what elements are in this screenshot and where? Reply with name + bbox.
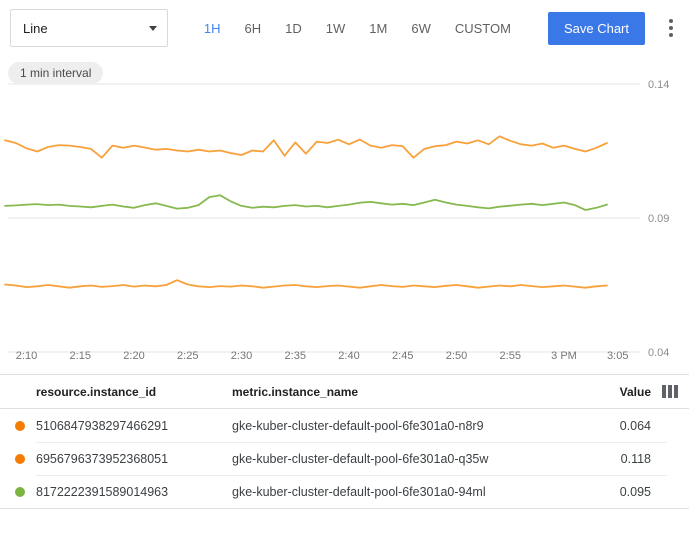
x-axis-tick-label: 2:40 [338,350,359,362]
x-axis-tick-label: 2:15 [70,350,91,362]
more-options-icon[interactable] [661,13,681,43]
time-range-group: 1H6H1D1W1M6WCUSTOM [193,13,522,44]
toolbar: Line 1H6H1D1W1M6WCUSTOM Save Chart [0,0,689,56]
cell-value: 0.118 [587,452,651,466]
view-column-icon[interactable] [651,385,689,398]
time-range-button-1w[interactable]: 1W [315,13,357,44]
cell-instance-id: 5106847938297466291 [36,419,232,433]
series-line [5,195,607,210]
time-range-button-6h[interactable]: 6H [234,13,273,44]
time-range-button-1d[interactable]: 1D [274,13,313,44]
series-color-dot [15,454,25,464]
x-axis-tick-label: 2:55 [500,350,521,362]
column-header-value[interactable]: Value [587,385,651,399]
time-range-button-6w[interactable]: 6W [400,13,442,44]
x-axis-tick-label: 2:45 [392,350,413,362]
series-color-dot [15,487,25,497]
cell-value: 0.064 [587,419,651,433]
time-range-button-1m[interactable]: 1M [358,13,398,44]
x-axis-tick-label: 2:50 [446,350,467,362]
cell-instance-name: gke-kuber-cluster-default-pool-6fe301a0-… [232,419,587,433]
legend-table: resource.instance_id metric.instance_nam… [0,374,689,509]
time-range-button-custom[interactable]: CUSTOM [444,13,522,44]
column-header-instance-id[interactable]: resource.instance_id [36,385,232,399]
interval-chip: 1 min interval [8,62,103,84]
cell-value: 0.095 [587,485,651,499]
cell-instance-id: 8172222391589014963 [36,485,232,499]
cell-instance-name: gke-kuber-cluster-default-pool-6fe301a0-… [232,452,587,466]
line-chart[interactable]: 0.14 0.09 0.04 2:10 2:15 2:20 2:25 2:30 2:35 2:40… [0,56,689,374]
y-axis-tick-label: 0.09 [648,213,669,225]
chart-type-value: Line [23,21,48,36]
cell-instance-name: gke-kuber-cluster-default-pool-6fe301a0-… [232,485,587,499]
time-range-button-1h[interactable]: 1H [193,13,232,44]
cell-instance-id: 6956796373952368051 [36,452,232,466]
column-header-instance-name[interactable]: metric.instance_name [232,385,587,399]
chart-type-dropdown[interactable]: Line [10,9,168,47]
x-axis-tick-label: 2:35 [285,350,306,362]
x-axis-tick-label: 2:10 [16,350,37,362]
chevron-down-icon [149,26,157,31]
table-row[interactable]: 8172222391589014963gke-kuber-cluster-def… [0,475,689,508]
legend-rows: 5106847938297466291gke-kuber-cluster-def… [0,409,689,508]
legend-table-header: resource.instance_id metric.instance_nam… [0,375,689,409]
save-chart-button[interactable]: Save Chart [548,12,645,45]
x-axis-tick-label: 2:25 [177,350,198,362]
y-axis-tick-label: 0.14 [648,79,669,91]
table-row[interactable]: 6956796373952368051gke-kuber-cluster-def… [0,442,689,475]
x-axis-tick-label: 2:20 [123,350,144,362]
series-line [5,136,607,157]
y-axis-tick-label: 0.04 [648,347,669,359]
table-row[interactable]: 5106847938297466291gke-kuber-cluster-def… [0,409,689,442]
series-line [5,280,607,288]
x-axis-tick-label: 2:30 [231,350,252,362]
x-axis-tick-label: 3 PM [551,350,577,362]
series-color-dot [15,421,25,431]
x-axis-tick-label: 3:05 [607,350,628,362]
chart-area[interactable]: 1 min interval 0.14 0.09 0.04 2:10 2:15 2:20 2… [0,56,689,374]
